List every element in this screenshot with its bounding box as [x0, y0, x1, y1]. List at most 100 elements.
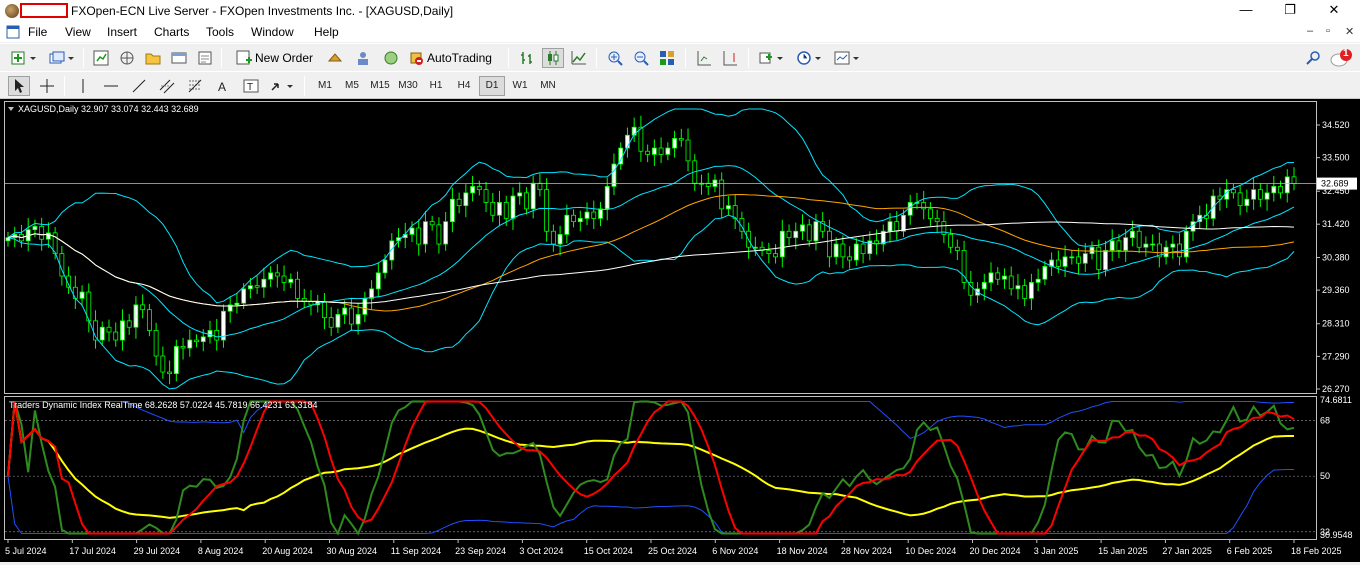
indicator-header: Traders Dynamic Index RealTime 68.2628 5… [9, 400, 318, 410]
drawing-toolbar: A T M1 M5 M15 M30 H1 H4 D1 W1 MN [0, 71, 1360, 99]
candle [901, 214, 906, 232]
signals-button[interactable] [352, 48, 374, 68]
menu-insert[interactable]: Insert [107, 25, 137, 39]
candle [1136, 230, 1142, 248]
date-axis-label: 3 Oct 2024 [519, 546, 563, 556]
candle [470, 186, 475, 194]
menu-help[interactable]: Help [314, 25, 339, 39]
horizontal-line-button[interactable] [100, 76, 122, 96]
candlestick-chart-button[interactable] [542, 48, 564, 68]
bar-chart-button[interactable] [516, 48, 538, 68]
candle [550, 230, 556, 245]
menu-charts[interactable]: Charts [154, 25, 189, 39]
candle [1237, 192, 1243, 207]
vertical-line-button[interactable] [72, 76, 94, 96]
candle [490, 202, 496, 216]
new-order-button[interactable]: New Order [236, 48, 318, 68]
candle [416, 227, 422, 245]
candle [584, 211, 590, 219]
timeframe-d1[interactable]: D1 [479, 76, 505, 96]
candle [1271, 186, 1277, 194]
menu-view[interactable]: View [65, 25, 91, 39]
candle [72, 286, 78, 299]
crosshair-tool-button[interactable] [36, 76, 58, 96]
market-watch-button[interactable] [90, 48, 112, 68]
chart-shift-button[interactable] [693, 48, 715, 68]
mdi-restore-button[interactable]: ▫ [1326, 25, 1330, 37]
date-axis-label: 18 Feb 2025 [1291, 546, 1342, 556]
candle [133, 304, 139, 328]
navigator-button[interactable] [116, 48, 138, 68]
candle [672, 138, 677, 149]
date-axis-label: 5 Jul 2024 [5, 546, 47, 556]
mdi-close-button[interactable]: ✕ [1345, 25, 1354, 38]
date-axis-label: 6 Nov 2024 [712, 546, 758, 556]
candle [1284, 176, 1290, 194]
timeframe-m5[interactable]: M5 [339, 76, 365, 96]
candle [328, 317, 334, 328]
line-chart-icon [571, 51, 586, 65]
candle [524, 192, 529, 210]
menu-file[interactable]: File [28, 25, 47, 39]
autotrading-button[interactable]: AutoTrading [408, 48, 502, 68]
strategy-tester-button[interactable] [194, 48, 216, 68]
timeframe-m1[interactable]: M1 [312, 76, 338, 96]
autoscroll-button[interactable] [719, 48, 741, 68]
search-button[interactable] [1302, 48, 1324, 68]
notifications-button[interactable]: 1 [1328, 48, 1356, 68]
data-window-button[interactable] [142, 48, 164, 68]
zoom-out-button[interactable] [630, 48, 652, 68]
tile-windows-button[interactable] [656, 48, 678, 68]
candle [355, 314, 361, 325]
fibonacci-button[interactable] [184, 76, 206, 96]
candle [1230, 189, 1236, 194]
indicators-button[interactable] [756, 48, 788, 68]
candle [207, 330, 213, 338]
close-button[interactable]: ✕ [1311, 0, 1357, 22]
timeframe-h1[interactable]: H1 [423, 76, 449, 96]
mdi-minimize-button[interactable]: – [1307, 25, 1313, 37]
candle [45, 232, 51, 240]
arrows-button[interactable] [268, 76, 298, 96]
tester-icon [198, 51, 212, 65]
text-label-button[interactable]: T [240, 76, 262, 96]
menu-tools[interactable]: Tools [206, 25, 234, 39]
line-chart-button[interactable] [568, 48, 590, 68]
chart-canvas[interactable]: 32.68934.52033.50032.45031.42030.38029.3… [0, 99, 1360, 562]
candle [1089, 246, 1095, 255]
channel-icon [159, 79, 175, 94]
equidistant-channel-button[interactable] [156, 76, 178, 96]
candle [153, 330, 159, 357]
candle [1257, 189, 1263, 200]
periods-button[interactable] [794, 48, 826, 68]
candle [685, 139, 691, 162]
candle [773, 253, 778, 258]
candle [927, 208, 933, 219]
notification-count: 1 [1343, 48, 1349, 59]
timeframe-h4[interactable]: H4 [451, 76, 477, 96]
profiles-button[interactable] [46, 48, 78, 68]
trendline-icon [132, 79, 146, 93]
chart-window[interactable]: 32.689 34.520 33.500 32.450 31.420 30.380 29.3… [0, 99, 1360, 562]
terminal-button[interactable] [168, 48, 190, 68]
new-chart-button[interactable] [8, 48, 40, 68]
zoom-in-button[interactable] [604, 48, 626, 68]
templates-button[interactable] [832, 48, 864, 68]
maximize-button[interactable]: ❐ [1267, 0, 1313, 22]
minimize-button[interactable]: — [1223, 0, 1269, 22]
vertical-line-icon [82, 79, 84, 93]
trendline-button[interactable] [128, 76, 150, 96]
market-button[interactable] [380, 48, 402, 68]
price-axis-label: 30.380 [1322, 252, 1350, 262]
timeframe-mn[interactable]: MN [535, 76, 561, 96]
candle [658, 147, 664, 155]
menu-window[interactable]: Window [251, 25, 294, 39]
timeframe-m30[interactable]: M30 [395, 76, 421, 96]
timeframe-m15[interactable]: M15 [367, 76, 393, 96]
timeframe-w1[interactable]: W1 [507, 76, 533, 96]
candle [1055, 259, 1061, 267]
cursor-tool-button[interactable] [8, 76, 30, 96]
text-tool-button[interactable]: A [212, 76, 234, 96]
expert-button[interactable] [324, 48, 346, 68]
candle [113, 331, 119, 341]
